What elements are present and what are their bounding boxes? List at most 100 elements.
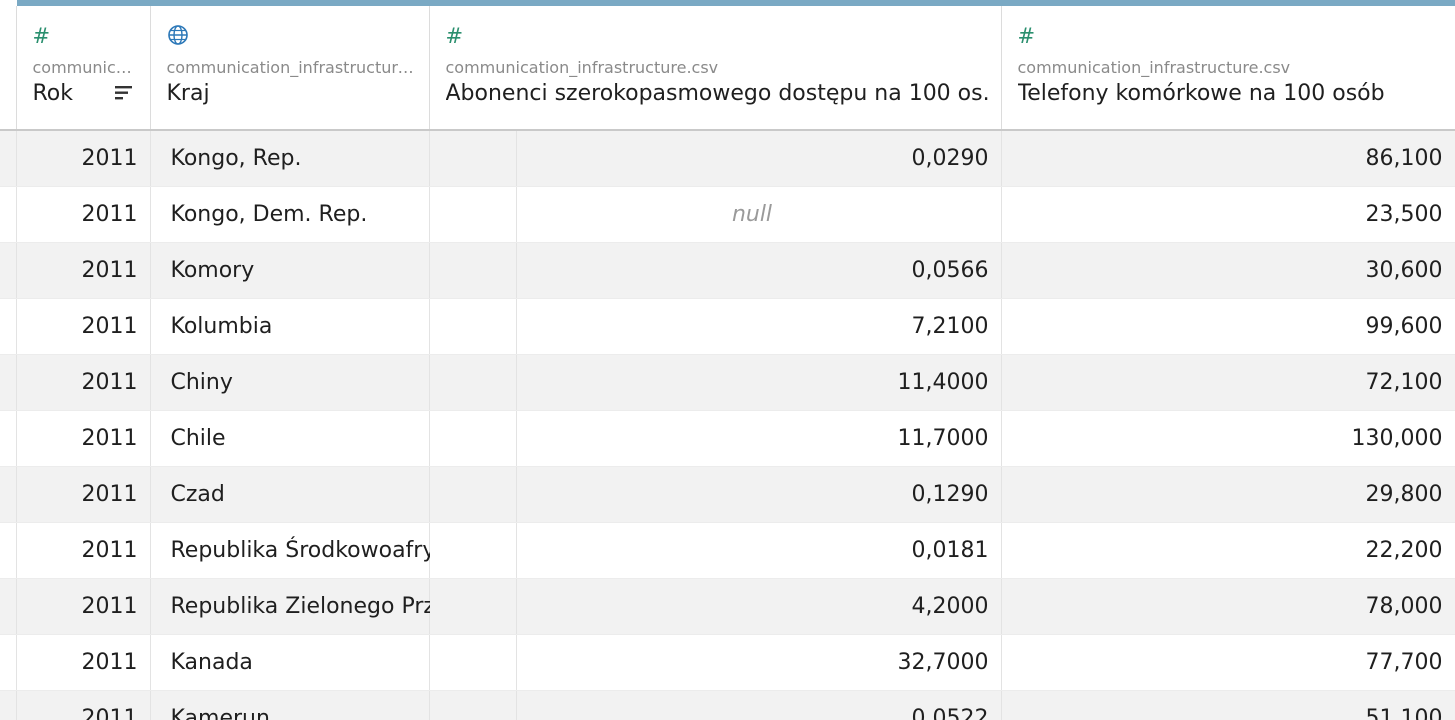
cell-rok[interactable]: 2011 bbox=[16, 354, 151, 411]
cell-rok[interactable]: 2011 bbox=[16, 690, 151, 720]
cell-kraj[interactable]: Czad bbox=[150, 466, 430, 523]
column-title: Rok bbox=[32, 81, 74, 106]
cell-mobile[interactable]: 72,100 bbox=[1001, 354, 1455, 411]
cell-mobile[interactable]: 77,700 bbox=[1001, 634, 1455, 691]
table-row[interactable]: 2011 Kanada 32,7000 77,700 bbox=[0, 634, 1455, 691]
cell-value: 11,7000 bbox=[897, 425, 989, 451]
table-row[interactable]: 2011 Kamerun 0,0522 51,100 bbox=[0, 690, 1455, 720]
cell-mobile[interactable]: 29,800 bbox=[1001, 466, 1455, 523]
row-gutter bbox=[0, 298, 17, 355]
cell-rok[interactable]: 2011 bbox=[16, 634, 151, 691]
column-header-rok[interactable]: # communica... Rok bbox=[16, 0, 151, 131]
cell-kraj[interactable]: Komory bbox=[150, 242, 430, 299]
table-row[interactable]: 2011 Komory 0,0566 30,600 bbox=[0, 242, 1455, 299]
column-source: communication_infrastructure.... bbox=[166, 58, 419, 77]
cell-rok[interactable]: 2011 bbox=[16, 522, 151, 579]
cell-mobile[interactable]: 86,100 bbox=[1001, 130, 1455, 187]
cell-kraj[interactable]: Kongo, Dem. Rep. bbox=[150, 186, 430, 243]
table-row[interactable]: 2011 Czad 0,1290 29,800 bbox=[0, 466, 1455, 523]
cell-value: 0,0290 bbox=[911, 145, 989, 171]
column-divider bbox=[515, 242, 517, 298]
cell-broadband[interactable]: 11,4000 bbox=[429, 354, 1002, 411]
cell-value: 4,2000 bbox=[911, 593, 989, 619]
cell-mobile[interactable]: 22,200 bbox=[1001, 522, 1455, 579]
cell-broadband[interactable]: 0,0181 bbox=[429, 522, 1002, 579]
table-row[interactable]: 2011 Chiny 11,4000 72,100 bbox=[0, 354, 1455, 411]
cell-rok[interactable]: 2011 bbox=[16, 186, 151, 243]
cell-kraj[interactable]: Kanada bbox=[150, 634, 430, 691]
cell-mobile[interactable]: 78,000 bbox=[1001, 578, 1455, 635]
cell-kraj[interactable]: Republika Środkowoafrykańska bbox=[150, 522, 512, 579]
cell-kraj[interactable]: Kongo, Rep. bbox=[150, 130, 430, 187]
cell-kraj[interactable]: Kolumbia bbox=[150, 298, 430, 355]
cell-rok[interactable]: 2011 bbox=[16, 410, 151, 467]
cell-broadband[interactable]: 0,1290 bbox=[429, 466, 1002, 523]
cell-mobile[interactable]: 23,500 bbox=[1001, 186, 1455, 243]
column-header-kraj[interactable]: communication_infrastructure.... Kraj bbox=[150, 0, 430, 131]
column-divider bbox=[515, 634, 517, 690]
cell-mobile[interactable]: 51,100 bbox=[1001, 690, 1455, 720]
column-source: communica... bbox=[32, 58, 140, 77]
null-value: null bbox=[731, 201, 773, 227]
cell-broadband[interactable]: null bbox=[429, 186, 1002, 243]
column-divider bbox=[515, 354, 517, 410]
cell-value: 0,0522 bbox=[911, 705, 989, 720]
row-gutter-header bbox=[0, 0, 17, 131]
cell-rok[interactable]: 2011 bbox=[16, 466, 151, 523]
column-source: communication_infrastructure.csv bbox=[1017, 58, 1291, 77]
cell-mobile[interactable]: 30,600 bbox=[1001, 242, 1455, 299]
cell-kraj[interactable]: Chile bbox=[150, 410, 430, 467]
table-row[interactable]: 2011 Chile 11,7000 130,000 bbox=[0, 410, 1455, 467]
column-header-mobile[interactable]: # communication_infrastructure.csv Telef… bbox=[1001, 0, 1455, 131]
column-divider bbox=[515, 690, 517, 720]
cell-broadband[interactable]: 11,7000 bbox=[429, 410, 1002, 467]
row-gutter bbox=[0, 242, 17, 299]
row-gutter bbox=[0, 354, 17, 411]
cell-rok[interactable]: 2011 bbox=[16, 298, 151, 355]
cell-broadband[interactable]: 32,7000 bbox=[429, 634, 1002, 691]
cell-kraj[interactable]: Kamerun bbox=[150, 690, 430, 720]
cell-value: 32,7000 bbox=[897, 649, 989, 675]
table-row[interactable]: 2011 Republika Środkowoafrykańska 0,0181 22… bbox=[0, 522, 1455, 579]
cell-value: 0,0181 bbox=[911, 537, 989, 563]
data-table: # communica... Rok communication_infrast… bbox=[0, 0, 1455, 720]
column-title: Abonenci szerokopasmowego dostępu na 100… bbox=[445, 81, 990, 106]
table-row[interactable]: 2011 Republika Zielonego Przylądka 4,2000 7… bbox=[0, 578, 1455, 635]
cell-broadband[interactable]: 0,0566 bbox=[429, 242, 1002, 299]
cell-mobile[interactable]: 130,000 bbox=[1001, 410, 1455, 467]
column-divider bbox=[515, 466, 517, 522]
cell-broadband[interactable]: 0,0290 bbox=[429, 130, 1002, 187]
cell-rok[interactable]: 2011 bbox=[16, 130, 151, 187]
cell-rok[interactable]: 2011 bbox=[16, 242, 151, 299]
cell-mobile[interactable]: 99,600 bbox=[1001, 298, 1455, 355]
cell-broadband[interactable]: 4,2000 bbox=[429, 578, 1002, 635]
cell-value: 11,4000 bbox=[897, 369, 989, 395]
row-gutter bbox=[0, 410, 17, 467]
table-row[interactable]: 2011 Kongo, Rep. 0,0290 86,100 bbox=[0, 130, 1455, 187]
table-row[interactable]: 2011 Kolumbia 7,2100 99,600 bbox=[0, 298, 1455, 355]
cell-kraj[interactable]: Republika Zielonego Przylądka bbox=[150, 578, 507, 635]
column-divider bbox=[515, 186, 517, 242]
row-gutter bbox=[0, 130, 17, 187]
column-source: communication_infrastructure.csv bbox=[445, 58, 719, 77]
table-row[interactable]: 2011 Kongo, Dem. Rep. null 23,500 bbox=[0, 186, 1455, 243]
header-row: # communica... Rok communication_infrast… bbox=[0, 0, 1455, 131]
cell-value: 0,1290 bbox=[911, 481, 989, 507]
cell-rok[interactable]: 2011 bbox=[16, 578, 151, 635]
column-title: Telefony komórkowe na 100 osób bbox=[1017, 81, 1385, 106]
column-divider bbox=[515, 131, 517, 186]
cell-value: 0,0566 bbox=[911, 257, 989, 283]
cell-value: 7,2100 bbox=[911, 313, 989, 339]
column-header-broadband[interactable]: # communication_infrastructure.csv Abone… bbox=[429, 0, 1002, 131]
column-divider bbox=[515, 578, 517, 634]
row-gutter bbox=[0, 634, 17, 691]
row-gutter bbox=[0, 690, 17, 720]
globe-icon bbox=[167, 24, 419, 48]
cell-broadband[interactable]: 7,2100 bbox=[429, 298, 1002, 355]
numeric-type-icon: # bbox=[445, 24, 464, 48]
cell-broadband[interactable]: 0,0522 bbox=[429, 690, 1002, 720]
cell-kraj[interactable]: Chiny bbox=[150, 354, 430, 411]
row-gutter bbox=[0, 466, 17, 523]
sort-icon[interactable] bbox=[114, 84, 134, 104]
column-title: Kraj bbox=[166, 81, 210, 106]
